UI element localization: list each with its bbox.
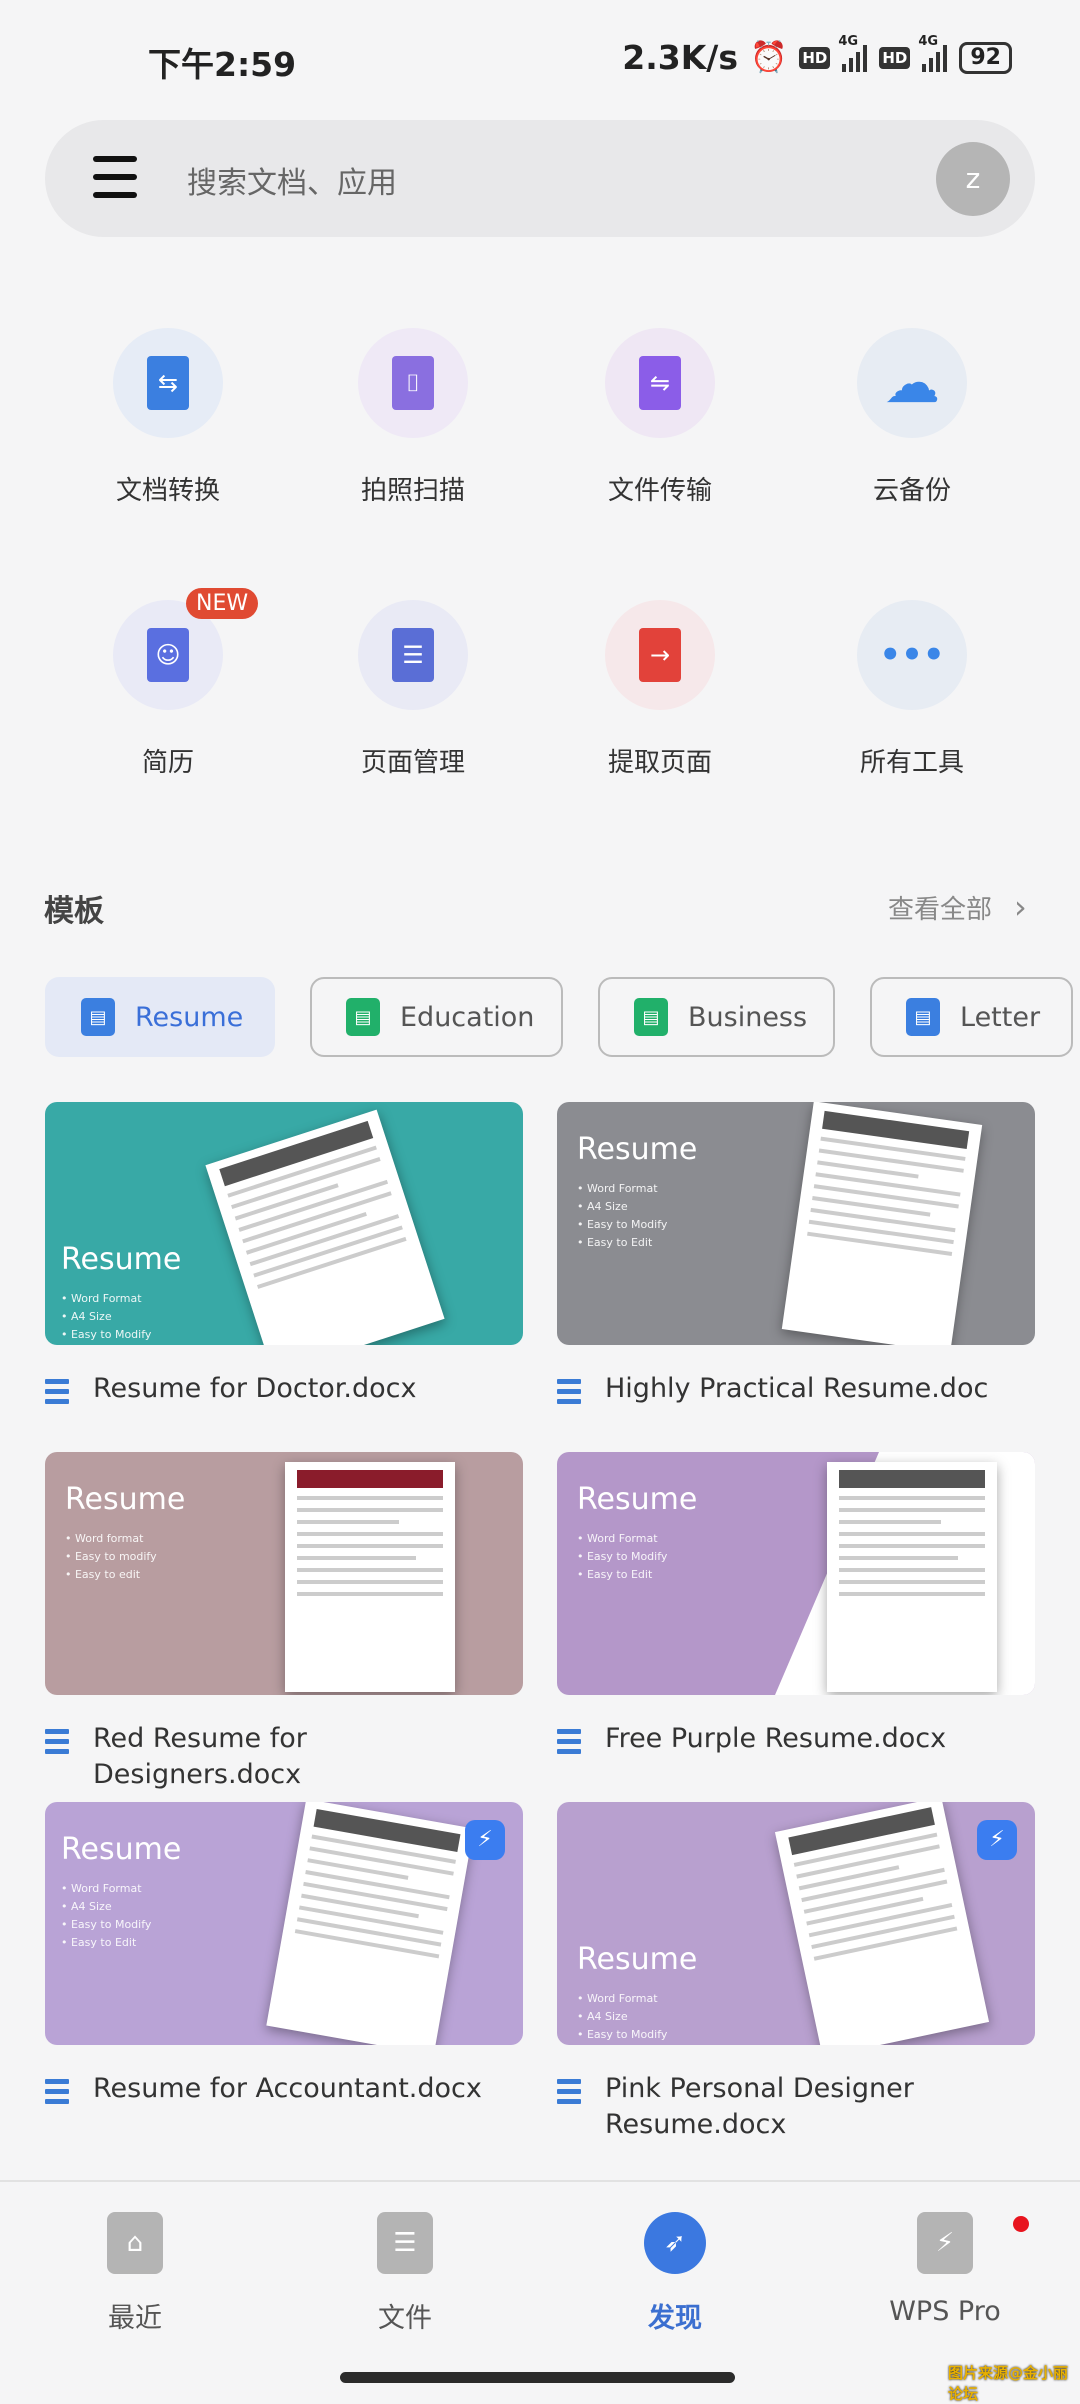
more-icon: •••: [879, 635, 945, 675]
chip-resume[interactable]: ▤ Resume: [45, 977, 275, 1057]
alarm-icon: ⏰: [749, 40, 788, 75]
doc-file-icon: [557, 2071, 581, 2143]
hd-icon: HD: [879, 46, 911, 69]
extract-page-icon: →: [639, 628, 681, 682]
tool-label: 拍照扫描: [360, 476, 465, 506]
thumbnail-bullets: • Word Format • Easy to Modify • Easy to…: [577, 1532, 668, 1581]
new-badge: NEW: [186, 588, 259, 619]
signal-icon: 4G: [918, 34, 948, 72]
premium-bolt-icon: ⚡: [465, 1820, 505, 1860]
thumbnail-bullets: • Word Format • A4 Size • Easy to Modify…: [61, 1292, 152, 1341]
template-thumbnail[interactable]: Resume • Word Format • Easy to Modify • …: [557, 1452, 1035, 1695]
template-title[interactable]: Red Resume for Designers.docx: [93, 1721, 523, 1793]
home-indicator[interactable]: [340, 2372, 735, 2383]
tool-more[interactable]: ••• 所有工具: [802, 600, 1022, 779]
avatar[interactable]: z: [936, 142, 1010, 216]
tool-label: 页面管理: [360, 748, 465, 778]
notification-dot: [1013, 2216, 1029, 2232]
search-placeholder[interactable]: 搜索文档、应用: [187, 158, 397, 202]
status-time: 下午2:59: [148, 45, 297, 84]
tool-label: 云备份: [872, 476, 951, 506]
chip-business[interactable]: ▤ Business: [598, 977, 835, 1057]
thumbnail-bullets: • Word Format • A4 Size • Easy to Modify…: [61, 1882, 152, 1949]
template-thumbnail[interactable]: Resume • Word Format • A4 Size • Easy to…: [45, 1102, 523, 1345]
page-manage-icon: ☰: [392, 628, 434, 682]
nav-发现[interactable]: ➶ 发现: [540, 2212, 810, 2335]
nav-文件[interactable]: ☰ 文件: [270, 2212, 540, 2335]
section-title-templates: 模板: [44, 894, 104, 929]
tool-resume[interactable]: ☺ 简历: [58, 600, 278, 779]
doc-convert-icon: ⇆: [147, 356, 189, 410]
tool-label: 简历: [141, 748, 194, 778]
menu-icon[interactable]: [93, 156, 137, 210]
view-all-link[interactable]: 查看全部 ›: [888, 888, 1027, 926]
thumbnail-heading: Resume: [65, 1482, 186, 1517]
scan-icon: ⌷: [392, 356, 434, 410]
search-bar[interactable]: 搜索文档、应用 z: [45, 120, 1035, 237]
wps-pro-bolt-icon: ⚡: [917, 2212, 973, 2274]
signal-icon: 4G: [838, 34, 868, 72]
file-transfer-icon: ⇋: [639, 356, 681, 410]
template-card[interactable]: Resume • Word Format • Easy to Modify • …: [557, 1452, 1035, 1759]
tool-file-transfer[interactable]: ⇋ 文件传输: [550, 328, 770, 507]
education-icon: ▤: [346, 998, 380, 1036]
thumbnail-bullets: • Word Format • A4 Size • Easy to Modify…: [577, 1992, 668, 2041]
nav-最近[interactable]: ⌂ 最近: [0, 2212, 270, 2335]
template-card[interactable]: Resume • Word Format • A4 Size • Easy to…: [45, 1102, 523, 1409]
business-icon: ▤: [634, 998, 668, 1036]
tool-label: 文件传输: [607, 476, 712, 506]
tool-extract-page[interactable]: → 提取页面: [550, 600, 770, 779]
thumbnail-heading: Resume: [61, 1832, 182, 1867]
chevron-right-icon: ›: [1014, 888, 1027, 926]
tool-doc-convert[interactable]: ⇆ 文档转换: [58, 328, 278, 507]
template-card[interactable]: Resume • Word Format • A4 Size • Easy to…: [557, 1102, 1035, 1409]
doc-file-icon: [557, 1721, 581, 1759]
tool-scan[interactable]: ⌷ 拍照扫描: [303, 328, 523, 507]
template-title[interactable]: Free Purple Resume.docx: [605, 1721, 946, 1759]
doc-file-icon: [557, 1371, 581, 1409]
tool-label: 文档转换: [115, 476, 220, 506]
template-card[interactable]: Resume • Word Format • A4 Size • Easy to…: [557, 1802, 1035, 2143]
status-bar: 下午2:59 2.3K/s ⏰ HD 4G HD 4G 92: [0, 34, 1080, 84]
watermark: 图片来源@金小丽论坛: [948, 2364, 1069, 2403]
tool-label: 所有工具: [859, 748, 964, 778]
template-card[interactable]: Resume • Word format • Easy to modify • …: [45, 1452, 523, 1793]
tool-page-manage[interactable]: ☰ 页面管理: [303, 600, 523, 779]
template-thumbnail[interactable]: Resume • Word format • Easy to modify • …: [45, 1452, 523, 1695]
thumbnail-heading: Resume: [61, 1242, 182, 1277]
thumbnail-heading: Resume: [577, 1942, 698, 1977]
nav-wps-pro[interactable]: ⚡ WPS Pro: [810, 2212, 1080, 2327]
tool-cloud[interactable]: ☁ 云备份: [802, 328, 1022, 507]
template-thumbnail[interactable]: Resume • Word Format • A4 Size • Easy to…: [557, 1802, 1035, 2045]
doc-file-icon: [45, 1371, 69, 1409]
template-thumbnail[interactable]: Resume • Word Format • A4 Size • Easy to…: [557, 1102, 1035, 1345]
template-card[interactable]: Resume • Word Format • A4 Size • Easy to…: [45, 1802, 523, 2109]
chip-education[interactable]: ▤ Education: [310, 977, 563, 1057]
compass-icon: ➶: [644, 2212, 706, 2274]
chip-letter[interactable]: ▤ Letter: [870, 977, 1073, 1057]
template-title[interactable]: Resume for Accountant.docx: [93, 2071, 482, 2109]
cloud-icon: ☁: [884, 350, 940, 416]
doc-file-icon: [45, 2071, 69, 2109]
net-speed: 2.3K/s: [622, 38, 738, 77]
letter-icon: ▤: [906, 998, 940, 1036]
files-icon: ☰: [377, 2212, 433, 2274]
battery-icon: 92: [959, 41, 1012, 74]
template-title[interactable]: Resume for Doctor.docx: [93, 1371, 417, 1409]
tool-label: 提取页面: [607, 748, 712, 778]
thumbnail-heading: Resume: [577, 1132, 698, 1167]
template-thumbnail[interactable]: Resume • Word Format • A4 Size • Easy to…: [45, 1802, 523, 2045]
nav-divider: [0, 2180, 1080, 2182]
thumbnail-heading: Resume: [577, 1482, 698, 1517]
thumbnail-bullets: • Word format • Easy to modify • Easy to…: [65, 1532, 157, 1581]
recent-icon: ⌂: [107, 2212, 163, 2274]
resume-chip-icon: ▤: [81, 998, 115, 1036]
template-title[interactable]: Highly Practical Resume.doc: [605, 1371, 988, 1409]
template-title[interactable]: Pink Personal Designer Resume.docx: [605, 2071, 1035, 2143]
doc-file-icon: [45, 1721, 69, 1793]
resume-icon: ☺: [147, 628, 189, 682]
hd-icon: HD: [799, 46, 831, 69]
premium-bolt-icon: ⚡: [977, 1820, 1017, 1860]
thumbnail-bullets: • Word Format • A4 Size • Easy to Modify…: [577, 1182, 668, 1249]
